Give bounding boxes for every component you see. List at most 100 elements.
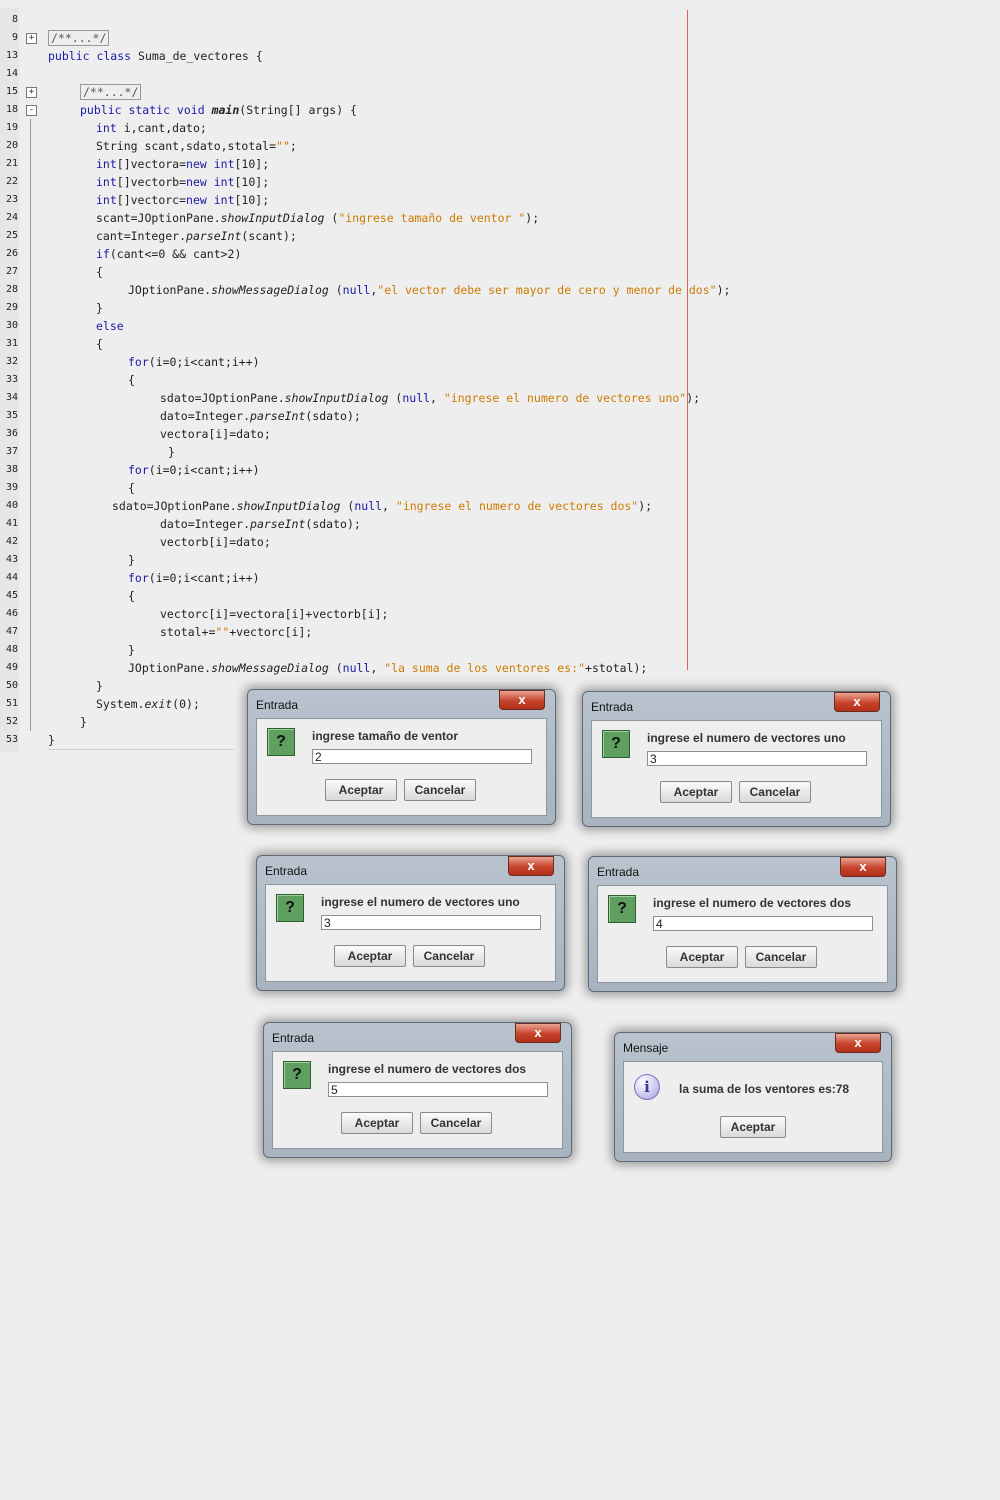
close-button[interactable]: x: [840, 857, 886, 877]
info-icon: i: [634, 1074, 660, 1100]
code-line[interactable]: 47 stotal+=""+vectorc[i];: [0, 623, 900, 641]
close-button[interactable]: x: [834, 692, 880, 712]
code-text: int[]vectorc=new int[10];: [96, 193, 269, 207]
input-field[interactable]: 2: [312, 749, 532, 764]
accept-button[interactable]: Aceptar: [325, 779, 397, 801]
code-text: for(i=0;i<cant;i++): [128, 463, 260, 477]
accept-button[interactable]: Aceptar: [341, 1112, 413, 1134]
code-line[interactable]: 29}: [0, 299, 900, 317]
code-line[interactable]: 33 {: [0, 371, 900, 389]
fold-guide-line: [30, 263, 31, 281]
code-token: exit: [144, 697, 173, 711]
cancel-button[interactable]: Cancelar: [420, 1112, 492, 1134]
code-token: }: [128, 643, 135, 657]
code-line[interactable]: 26 if(cant<=0 && cant>2): [0, 245, 900, 263]
cancel-button[interactable]: Cancelar: [404, 779, 476, 801]
code-line[interactable]: 45 {: [0, 587, 900, 605]
fold-guide-line: [30, 443, 31, 461]
accept-button[interactable]: Aceptar: [334, 945, 406, 967]
code-line[interactable]: 19 int i,cant,dato;: [0, 119, 900, 137]
code-line[interactable]: 21 int[]vectora=new int[10];: [0, 155, 900, 173]
code-line[interactable]: 43}: [0, 551, 900, 569]
code-text: }: [168, 445, 175, 459]
line-number: 44: [5, 572, 18, 583]
fold-guide-line: [30, 533, 31, 551]
code-line[interactable]: 23 int[]vectorc=new int[10];: [0, 191, 900, 209]
line-number: 28: [5, 284, 18, 295]
code-line[interactable]: 30 else: [0, 317, 900, 335]
code-line[interactable]: 18- public static void main(String[] args…: [0, 101, 900, 119]
code-line[interactable]: 48}: [0, 641, 900, 659]
code-token: (: [340, 499, 355, 513]
code-line[interactable]: 42 vectorb[i]=dato;: [0, 533, 900, 551]
line-number: 50: [5, 680, 18, 691]
code-line[interactable]: 13 public class Suma_de_vectores {: [0, 47, 900, 65]
line-number: 33: [5, 374, 18, 385]
close-button[interactable]: x: [499, 690, 545, 710]
code-line[interactable]: 39 {: [0, 479, 900, 497]
close-button[interactable]: x: [515, 1023, 561, 1043]
code-line[interactable]: 32 for(i=0;i<cant;i++): [0, 353, 900, 371]
code-token: "el vector debe ser mayor de cero y meno…: [377, 283, 717, 297]
code-line[interactable]: 25 cant=Integer.parseInt(scant);: [0, 227, 900, 245]
input-field[interactable]: 5: [328, 1082, 548, 1097]
code-line[interactable]: 27 {: [0, 263, 900, 281]
code-line[interactable]: 15 + /**...*/: [0, 83, 900, 101]
cancel-button[interactable]: Cancelar: [745, 946, 817, 968]
input-field[interactable]: 4: [653, 916, 873, 931]
fold-guide-line: [30, 155, 31, 173]
code-line[interactable]: 31 {: [0, 335, 900, 353]
code-token: ,: [370, 661, 385, 675]
code-line[interactable]: 46 vectorc[i]=vectora[i]+vectorb[i];: [0, 605, 900, 623]
code-line[interactable]: 37}: [0, 443, 900, 461]
code-token: {: [128, 589, 135, 603]
code-line[interactable]: 14: [0, 65, 900, 83]
code-line[interactable]: 49 JOptionPane.showMessageDialog (null, "…: [0, 659, 900, 677]
question-icon: ?: [608, 895, 636, 923]
accept-button[interactable]: Aceptar: [660, 781, 732, 803]
code-line[interactable]: 38 for(i=0;i<cant;i++): [0, 461, 900, 479]
code-token: []vectora=: [116, 157, 187, 171]
input-field[interactable]: 3: [321, 915, 541, 930]
code-line[interactable]: 35 dato=Integer.parseInt(sdato);: [0, 407, 900, 425]
line-number: 46: [5, 608, 18, 619]
code-token: "": [215, 625, 230, 639]
collapse-fold-icon[interactable]: -: [26, 105, 37, 116]
code-line[interactable]: 41 dato=Integer.parseInt(sdato);: [0, 515, 900, 533]
close-button[interactable]: x: [508, 856, 554, 876]
code-line[interactable]: 28 JOptionPane.showMessageDialog (null,"e…: [0, 281, 900, 299]
code-token: dato=Integer.: [160, 517, 251, 531]
code-text: vectora[i]=dato;: [160, 427, 271, 441]
code-line[interactable]: 36 vectora[i]=dato;: [0, 425, 900, 443]
input-field[interactable]: 3: [647, 751, 867, 766]
line-number: 51: [5, 698, 18, 709]
accept-button[interactable]: Aceptar: [720, 1116, 786, 1138]
code-line[interactable]: 8: [0, 11, 900, 29]
code-token: [10];: [234, 157, 270, 171]
code-token: (scant);: [241, 229, 297, 243]
cancel-button[interactable]: Cancelar: [739, 781, 811, 803]
code-text: }: [128, 553, 135, 567]
expand-fold-icon[interactable]: +: [26, 87, 37, 98]
code-text: {: [128, 373, 135, 387]
code-token: showMessageDialog: [211, 661, 329, 675]
fold-guide-line: [30, 515, 31, 533]
code-line[interactable]: 20 String scant,sdato,stotal="";: [0, 137, 900, 155]
cancel-button[interactable]: Cancelar: [413, 945, 485, 967]
code-line[interactable]: 44 for(i=0;i<cant;i++): [0, 569, 900, 587]
close-button[interactable]: x: [835, 1033, 881, 1053]
code-line[interactable]: 24 scant=JOptionPane.showInputDialog ("in…: [0, 209, 900, 227]
dialog-body: ? ingrese el numero de vectores dos 4 Ac…: [597, 885, 888, 983]
code-line[interactable]: 9 + /**...*/: [0, 29, 900, 47]
code-line[interactable]: 40 sdato=JOptionPane.showInputDialog (nul…: [0, 497, 900, 515]
code-token: }: [48, 733, 55, 747]
code-line[interactable]: 34 sdato=JOptionPane.showInputDialog (nul…: [0, 389, 900, 407]
code-line[interactable]: 22 int[]vectorb=new int[10];: [0, 173, 900, 191]
accept-button[interactable]: Aceptar: [666, 946, 738, 968]
code-text: stotal+=""+vectorc[i];: [160, 625, 312, 639]
fold-guide-line: [30, 209, 31, 227]
expand-fold-icon[interactable]: +: [26, 33, 37, 44]
editor-bottom-border: [48, 749, 234, 750]
line-number: 13: [5, 50, 18, 61]
dialog-prompt: ingrese el numero de vectores uno: [647, 731, 846, 745]
